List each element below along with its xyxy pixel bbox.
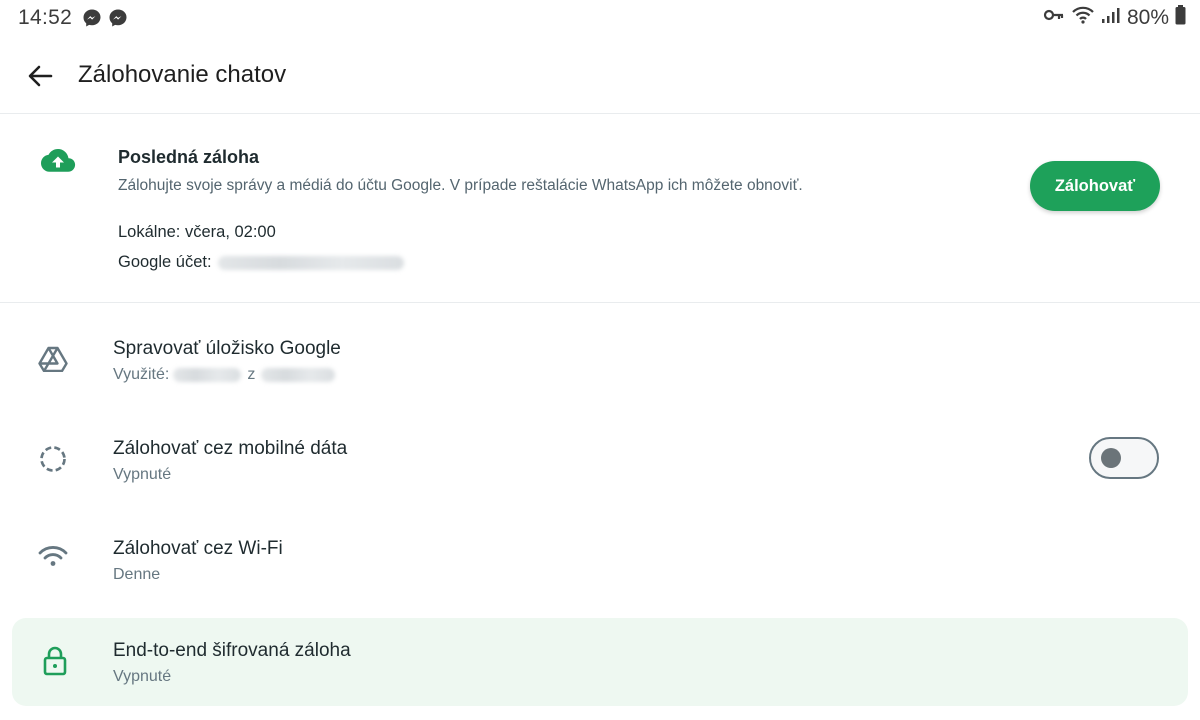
- settings-row-title: End-to-end šifrovaná záloha: [113, 640, 351, 661]
- messenger-icon: [82, 8, 102, 28]
- vpn-key-icon: [1043, 7, 1065, 28]
- lock-icon: [40, 646, 70, 676]
- settings-row-title: Spravovať úložisko Google: [113, 338, 341, 359]
- google-account: Google účet:: [118, 253, 404, 272]
- redacted-email: [217, 255, 404, 270]
- toggle-knob: [1101, 448, 1121, 468]
- settings-row-title: Zálohovať cez Wi-Fi: [113, 538, 283, 559]
- settings-row-title: Zálohovať cez mobilné dáta: [113, 438, 348, 459]
- notification-icons: [82, 8, 128, 28]
- wifi-icon: [1071, 5, 1095, 30]
- settings-row-subtitle: Denne: [113, 566, 161, 583]
- last-backup-local: Lokálne: včera, 02:00: [118, 223, 276, 241]
- status-bar: 14:52 80%: [0, 0, 1200, 36]
- battery-percent: 80%: [1126, 5, 1169, 29]
- storage-used-label: Využité:: [113, 366, 170, 383]
- last-backup-section: Posledná záloha Zálohujte svoje správy a…: [0, 114, 1200, 302]
- cellular-signal-icon: [1101, 6, 1121, 29]
- settings-row-manage-storage[interactable]: Spravovať úložisko Google Využité: z: [0, 314, 1200, 406]
- google-account-label: Google účet:: [118, 253, 212, 271]
- storage-of-label: z: [247, 366, 256, 383]
- arrow-back-icon: [28, 65, 53, 87]
- wifi-icon: [38, 541, 68, 571]
- battery-icon: [1175, 5, 1186, 30]
- status-right: 80%: [1043, 5, 1186, 30]
- settings-row-subtitle: Vypnuté: [113, 466, 172, 483]
- settings-row-subtitle: Využité: z: [113, 366, 336, 384]
- app-bar: Zálohovanie chatov: [0, 44, 1200, 108]
- page-title: Zálohovanie chatov: [78, 61, 287, 88]
- redacted-total-amount: [261, 368, 336, 382]
- messenger-icon: [108, 8, 128, 28]
- backup-button[interactable]: Zálohovať: [1030, 161, 1160, 211]
- settings-row-e2e-backup[interactable]: End-to-end šifrovaná záloha Vypnuté: [0, 616, 1200, 708]
- last-backup-title: Posledná záloha: [118, 147, 260, 167]
- mobile-data-toggle[interactable]: [1089, 437, 1159, 479]
- google-drive-icon: [38, 344, 68, 374]
- settings-row-mobile-data[interactable]: Zálohovať cez mobilné dáta Vypnuté: [0, 414, 1200, 506]
- settings-row-wifi[interactable]: Zálohovať cez Wi-Fi Denne: [0, 514, 1200, 606]
- divider: [0, 302, 1200, 303]
- back-button[interactable]: [22, 58, 58, 94]
- last-backup-description: Zálohujte svoje správy a médiá do účtu G…: [118, 177, 803, 194]
- redacted-used-amount: [173, 368, 242, 382]
- status-time: 14:52: [18, 6, 73, 29]
- mobile-data-icon: [38, 444, 68, 474]
- cloud-upload-icon: [40, 146, 76, 176]
- settings-row-subtitle: Vypnuté: [113, 668, 172, 685]
- screen: 14:52 80% Zálohovanie chatov Posledná zá…: [0, 0, 1200, 720]
